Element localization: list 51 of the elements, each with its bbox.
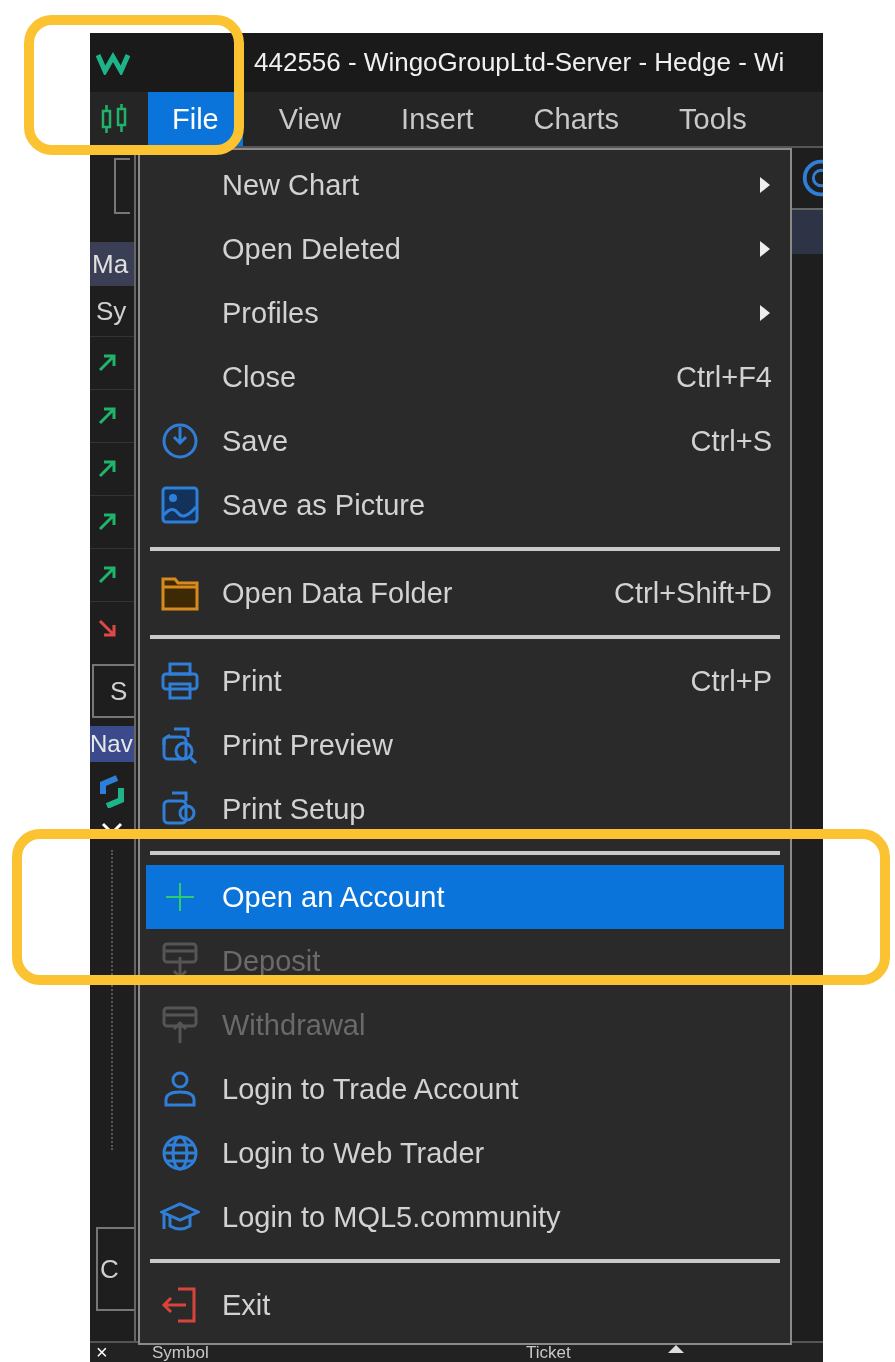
card-arrow-icon	[160, 1005, 200, 1045]
menu-tab[interactable]: File	[148, 92, 243, 146]
close-icon[interactable]: ×	[90, 1343, 142, 1361]
picture-icon	[160, 485, 200, 525]
shortcut-label: Ctrl+F4	[676, 360, 772, 394]
menu-item[interactable]: Close Ctrl+F4	[146, 345, 784, 409]
up-arrow-icon	[96, 352, 118, 374]
logo-icon	[96, 50, 130, 75]
column-header: Sy	[96, 295, 127, 327]
chart-tab[interactable]	[114, 158, 130, 214]
shortcut-label: Ctrl+Shift+D	[614, 576, 772, 610]
up-arrow-icon	[96, 511, 118, 533]
print-preview-icon	[160, 725, 200, 765]
menu-tab[interactable]: Charts	[509, 92, 644, 146]
menu-item[interactable]: Print Setup	[146, 777, 784, 841]
menu-item[interactable]: Login to Trade Account	[146, 1057, 784, 1121]
menu-item[interactable]: Open an Account	[146, 865, 784, 929]
menu-tab[interactable]: Insert	[377, 92, 498, 146]
menu-item[interactable]: Print Ctrl+P	[146, 649, 784, 713]
up-arrow-icon	[96, 405, 118, 427]
column-header[interactable]: Ticket	[526, 1343, 666, 1362]
app-logo-icon	[97, 774, 127, 808]
column-header[interactable]: Symbol	[142, 1343, 526, 1362]
menu-tab[interactable]: View	[254, 92, 366, 146]
shortcut-label: Ctrl+S	[690, 424, 772, 458]
menu-item[interactable]: Login to Web Trader	[146, 1121, 784, 1185]
candlestick-icon	[100, 103, 128, 135]
panel-tab[interactable]: Nav	[90, 726, 134, 762]
globe-icon	[160, 1133, 200, 1173]
panel-header	[792, 210, 823, 254]
window-title: 442556 - WingoGroupLtd-Server - Hedge - Wi	[254, 47, 785, 78]
shortcut-label: Ctrl+P	[690, 664, 772, 698]
save-icon	[160, 421, 200, 461]
menu-item[interactable]: Print Preview	[146, 713, 784, 777]
panel-tab[interactable]: S	[92, 664, 134, 718]
printer-icon	[160, 661, 200, 701]
menu-item[interactable]: Exit	[146, 1273, 784, 1337]
menu-item[interactable]: Login to MQL5.community	[146, 1185, 784, 1249]
down-arrow-icon	[96, 617, 118, 639]
up-arrow-icon	[96, 458, 118, 480]
menu-item[interactable]: Profiles	[146, 281, 784, 345]
menu-item[interactable]: Open Data Folder Ctrl+Shift+D	[146, 561, 784, 625]
menu-item[interactable]: Save as Picture	[146, 473, 784, 537]
up-arrow-icon	[96, 564, 118, 586]
menu-item[interactable]: Open Deleted	[146, 217, 784, 281]
panel-tab[interactable]: C	[96, 1227, 134, 1311]
menu-item[interactable]: New Chart	[146, 153, 784, 217]
panel-tab[interactable]: Ma	[90, 242, 134, 286]
menu-tab[interactable]: Tools	[655, 92, 771, 146]
sort-up-icon	[666, 1343, 686, 1353]
menu-item[interactable]: Save Ctrl+S	[146, 409, 784, 473]
